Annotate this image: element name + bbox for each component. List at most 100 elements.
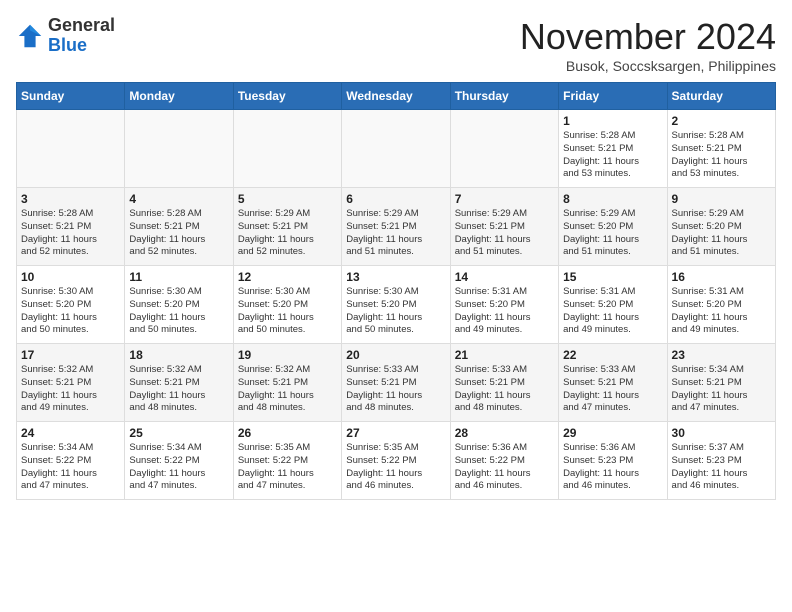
calendar-day-cell: 2 Sunrise: 5:28 AM Sunset: 5:21 PM Daylig… — [667, 110, 775, 188]
calendar-day-cell: 22 Sunrise: 5:33 AM Sunset: 5:21 PM Dayli… — [559, 344, 667, 422]
calendar-day-cell: 30 Sunrise: 5:37 AM Sunset: 5:23 PM Dayli… — [667, 422, 775, 500]
calendar-week-row: 17Sunrise: 5:32 AM Sunset: 5:21 PM Dayli… — [17, 344, 776, 422]
day-info: Sunrise: 5:29 AM Sunset: 5:21 PM Dayligh… — [455, 208, 554, 259]
weekday-header: Monday — [125, 83, 233, 110]
calendar-day-cell: 13 Sunrise: 5:30 AM Sunset: 5:20 PM Dayli… — [342, 266, 450, 344]
calendar-day-cell: 26 Sunrise: 5:35 AM Sunset: 5:22 PM Dayli… — [233, 422, 341, 500]
weekday-header: Sunday — [17, 83, 125, 110]
day-info: Sunrise: 5:35 AM Sunset: 5:22 PM Dayligh… — [346, 442, 445, 493]
title-area: November 2024 Busok, Soccsksargen, Phili… — [520, 16, 776, 74]
day-number: 28 — [455, 426, 554, 440]
day-info: Sunrise: 5:37 AM Sunset: 5:23 PM Dayligh… — [672, 442, 771, 493]
day-info: Sunrise: 5:33 AM Sunset: 5:21 PM Dayligh… — [455, 364, 554, 415]
calendar-day-cell: 9Sunrise: 5:29 AM Sunset: 5:20 PM Daylig… — [667, 188, 775, 266]
day-number: 20 — [346, 348, 445, 362]
calendar-day-cell: 29Sunrise: 5:36 AM Sunset: 5:23 PM Dayli… — [559, 422, 667, 500]
calendar-day-cell — [450, 110, 558, 188]
calendar-day-cell: 27 Sunrise: 5:35 AM Sunset: 5:22 PM Dayli… — [342, 422, 450, 500]
calendar-day-cell: 25 Sunrise: 5:34 AM Sunset: 5:22 PM Dayli… — [125, 422, 233, 500]
calendar-day-cell: 5 Sunrise: 5:29 AM Sunset: 5:21 PM Daylig… — [233, 188, 341, 266]
day-info: Sunrise: 5:29 AM Sunset: 5:20 PM Dayligh… — [563, 208, 662, 259]
calendar-day-cell: 7 Sunrise: 5:29 AM Sunset: 5:21 PM Daylig… — [450, 188, 558, 266]
weekday-header: Thursday — [450, 83, 558, 110]
calendar-day-cell: 17Sunrise: 5:32 AM Sunset: 5:21 PM Dayli… — [17, 344, 125, 422]
calendar-day-cell: 28Sunrise: 5:36 AM Sunset: 5:22 PM Dayli… — [450, 422, 558, 500]
calendar-day-cell: 16Sunrise: 5:31 AM Sunset: 5:20 PM Dayli… — [667, 266, 775, 344]
calendar-day-cell: 3 Sunrise: 5:28 AM Sunset: 5:21 PM Daylig… — [17, 188, 125, 266]
weekday-header-row: SundayMondayTuesdayWednesdayThursdayFrid… — [17, 83, 776, 110]
calendar-day-cell — [17, 110, 125, 188]
day-number: 10 — [21, 270, 120, 284]
day-number: 2 — [672, 114, 771, 128]
calendar-day-cell: 10 Sunrise: 5:30 AM Sunset: 5:20 PM Dayli… — [17, 266, 125, 344]
day-info: Sunrise: 5:33 AM Sunset: 5:21 PM Dayligh… — [563, 364, 662, 415]
day-info: Sunrise: 5:32 AM Sunset: 5:21 PM Dayligh… — [238, 364, 337, 415]
day-number: 29 — [563, 426, 662, 440]
day-number: 8 — [563, 192, 662, 206]
day-number: 25 — [129, 426, 228, 440]
day-info: Sunrise: 5:28 AM Sunset: 5:21 PM Dayligh… — [129, 208, 228, 259]
calendar-day-cell: 20 Sunrise: 5:33 AM Sunset: 5:21 PM Dayli… — [342, 344, 450, 422]
day-info: Sunrise: 5:35 AM Sunset: 5:22 PM Dayligh… — [238, 442, 337, 493]
weekday-header: Friday — [559, 83, 667, 110]
day-info: Sunrise: 5:30 AM Sunset: 5:20 PM Dayligh… — [238, 286, 337, 337]
page-header: General Blue November 2024 Busok, Soccsk… — [16, 16, 776, 74]
calendar-day-cell: 12Sunrise: 5:30 AM Sunset: 5:20 PM Dayli… — [233, 266, 341, 344]
calendar-day-cell — [233, 110, 341, 188]
day-number: 19 — [238, 348, 337, 362]
calendar-week-row: 1 Sunrise: 5:28 AM Sunset: 5:21 PM Daylig… — [17, 110, 776, 188]
day-info: Sunrise: 5:28 AM Sunset: 5:21 PM Dayligh… — [672, 130, 771, 181]
day-number: 7 — [455, 192, 554, 206]
calendar-day-cell: 14Sunrise: 5:31 AM Sunset: 5:20 PM Dayli… — [450, 266, 558, 344]
calendar-table: SundayMondayTuesdayWednesdayThursdayFrid… — [16, 82, 776, 500]
day-info: Sunrise: 5:34 AM Sunset: 5:22 PM Dayligh… — [21, 442, 120, 493]
day-info: Sunrise: 5:31 AM Sunset: 5:20 PM Dayligh… — [563, 286, 662, 337]
day-number: 27 — [346, 426, 445, 440]
day-info: Sunrise: 5:34 AM Sunset: 5:22 PM Dayligh… — [129, 442, 228, 493]
day-number: 24 — [21, 426, 120, 440]
day-number: 22 — [563, 348, 662, 362]
calendar-day-cell: 4Sunrise: 5:28 AM Sunset: 5:21 PM Daylig… — [125, 188, 233, 266]
calendar-day-cell: 21 Sunrise: 5:33 AM Sunset: 5:21 PM Dayli… — [450, 344, 558, 422]
calendar-week-row: 10 Sunrise: 5:30 AM Sunset: 5:20 PM Dayli… — [17, 266, 776, 344]
day-number: 9 — [672, 192, 771, 206]
day-number: 13 — [346, 270, 445, 284]
day-number: 26 — [238, 426, 337, 440]
calendar-day-cell — [125, 110, 233, 188]
day-info: Sunrise: 5:30 AM Sunset: 5:20 PM Dayligh… — [129, 286, 228, 337]
day-number: 21 — [455, 348, 554, 362]
day-info: Sunrise: 5:28 AM Sunset: 5:21 PM Dayligh… — [21, 208, 120, 259]
day-number: 23 — [672, 348, 771, 362]
day-number: 30 — [672, 426, 771, 440]
day-info: Sunrise: 5:30 AM Sunset: 5:20 PM Dayligh… — [346, 286, 445, 337]
month-title: November 2024 — [520, 16, 776, 58]
day-number: 5 — [238, 192, 337, 206]
day-info: Sunrise: 5:28 AM Sunset: 5:21 PM Dayligh… — [563, 130, 662, 181]
day-number: 16 — [672, 270, 771, 284]
calendar-day-cell: 6Sunrise: 5:29 AM Sunset: 5:21 PM Daylig… — [342, 188, 450, 266]
location: Busok, Soccsksargen, Philippines — [520, 58, 776, 74]
weekday-header: Wednesday — [342, 83, 450, 110]
day-number: 11 — [129, 270, 228, 284]
day-info: Sunrise: 5:29 AM Sunset: 5:21 PM Dayligh… — [238, 208, 337, 259]
calendar-day-cell: 8 Sunrise: 5:29 AM Sunset: 5:20 PM Daylig… — [559, 188, 667, 266]
weekday-header: Saturday — [667, 83, 775, 110]
day-number: 15 — [563, 270, 662, 284]
calendar-day-cell — [342, 110, 450, 188]
calendar-day-cell: 1 Sunrise: 5:28 AM Sunset: 5:21 PM Daylig… — [559, 110, 667, 188]
day-info: Sunrise: 5:32 AM Sunset: 5:21 PM Dayligh… — [21, 364, 120, 415]
logo: General Blue — [16, 16, 115, 56]
day-number: 1 — [563, 114, 662, 128]
day-number: 3 — [21, 192, 120, 206]
day-info: Sunrise: 5:34 AM Sunset: 5:21 PM Dayligh… — [672, 364, 771, 415]
calendar-day-cell: 15 Sunrise: 5:31 AM Sunset: 5:20 PM Dayli… — [559, 266, 667, 344]
day-info: Sunrise: 5:33 AM Sunset: 5:21 PM Dayligh… — [346, 364, 445, 415]
logo-icon — [16, 22, 44, 50]
day-info: Sunrise: 5:30 AM Sunset: 5:20 PM Dayligh… — [21, 286, 120, 337]
day-info: Sunrise: 5:29 AM Sunset: 5:21 PM Dayligh… — [346, 208, 445, 259]
calendar-day-cell: 24 Sunrise: 5:34 AM Sunset: 5:22 PM Dayli… — [17, 422, 125, 500]
calendar-week-row: 3 Sunrise: 5:28 AM Sunset: 5:21 PM Daylig… — [17, 188, 776, 266]
day-number: 14 — [455, 270, 554, 284]
day-number: 18 — [129, 348, 228, 362]
day-info: Sunrise: 5:32 AM Sunset: 5:21 PM Dayligh… — [129, 364, 228, 415]
